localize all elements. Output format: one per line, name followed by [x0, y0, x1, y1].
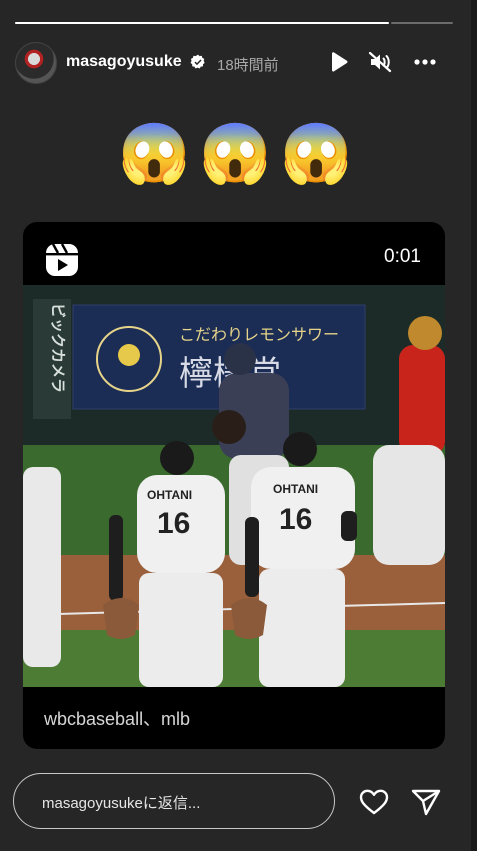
more-icon[interactable] [413, 50, 437, 74]
send-icon[interactable] [410, 786, 442, 818]
reel-video-thumbnail: ビックカメラ こだわりレモンサワー 檸檬堂 OHTANI 16 OHTANI 1… [23, 285, 445, 687]
avatar[interactable] [15, 42, 57, 84]
reply-input[interactable]: masagoyusukeに返信... [13, 773, 335, 829]
viewport-edge [471, 0, 477, 851]
reel-tags[interactable]: wbcbaseball、mlb [44, 705, 190, 731]
reels-icon [46, 243, 78, 276]
shared-reel-card[interactable]: 0:01 ビックカメラ こだわりレモンサワー 檸檬堂 OHTANI 16 OHT… [23, 222, 445, 749]
reply-placeholder: masagoyusukeに返信... [42, 795, 201, 812]
jersey-name: OHTANI [147, 488, 192, 502]
screaming-face-emoji: 😱 [199, 121, 272, 186]
jersey-number: 16 [279, 503, 312, 536]
screaming-face-emoji: 😱 [118, 121, 191, 186]
story-progress-segment-1 [15, 22, 389, 24]
sign-slogan: こだわりレモンサワー [179, 325, 339, 344]
mute-icon[interactable] [368, 50, 392, 74]
timestamp: 18時間前 [217, 57, 279, 74]
progress-fill [15, 22, 389, 24]
reel-duration: 0:01 [384, 246, 421, 267]
verified-badge-icon [190, 54, 205, 69]
jersey-number: 16 [157, 507, 190, 540]
play-icon[interactable] [326, 50, 350, 74]
jersey-name: OHTANI [273, 482, 318, 496]
heart-icon[interactable] [358, 786, 390, 818]
story-progress-segment-2 [391, 22, 453, 24]
username[interactable]: masagoyusuke [66, 53, 182, 71]
screaming-face-emoji: 😱 [280, 121, 353, 186]
side-sign-text: ビックカメラ [49, 303, 67, 393]
